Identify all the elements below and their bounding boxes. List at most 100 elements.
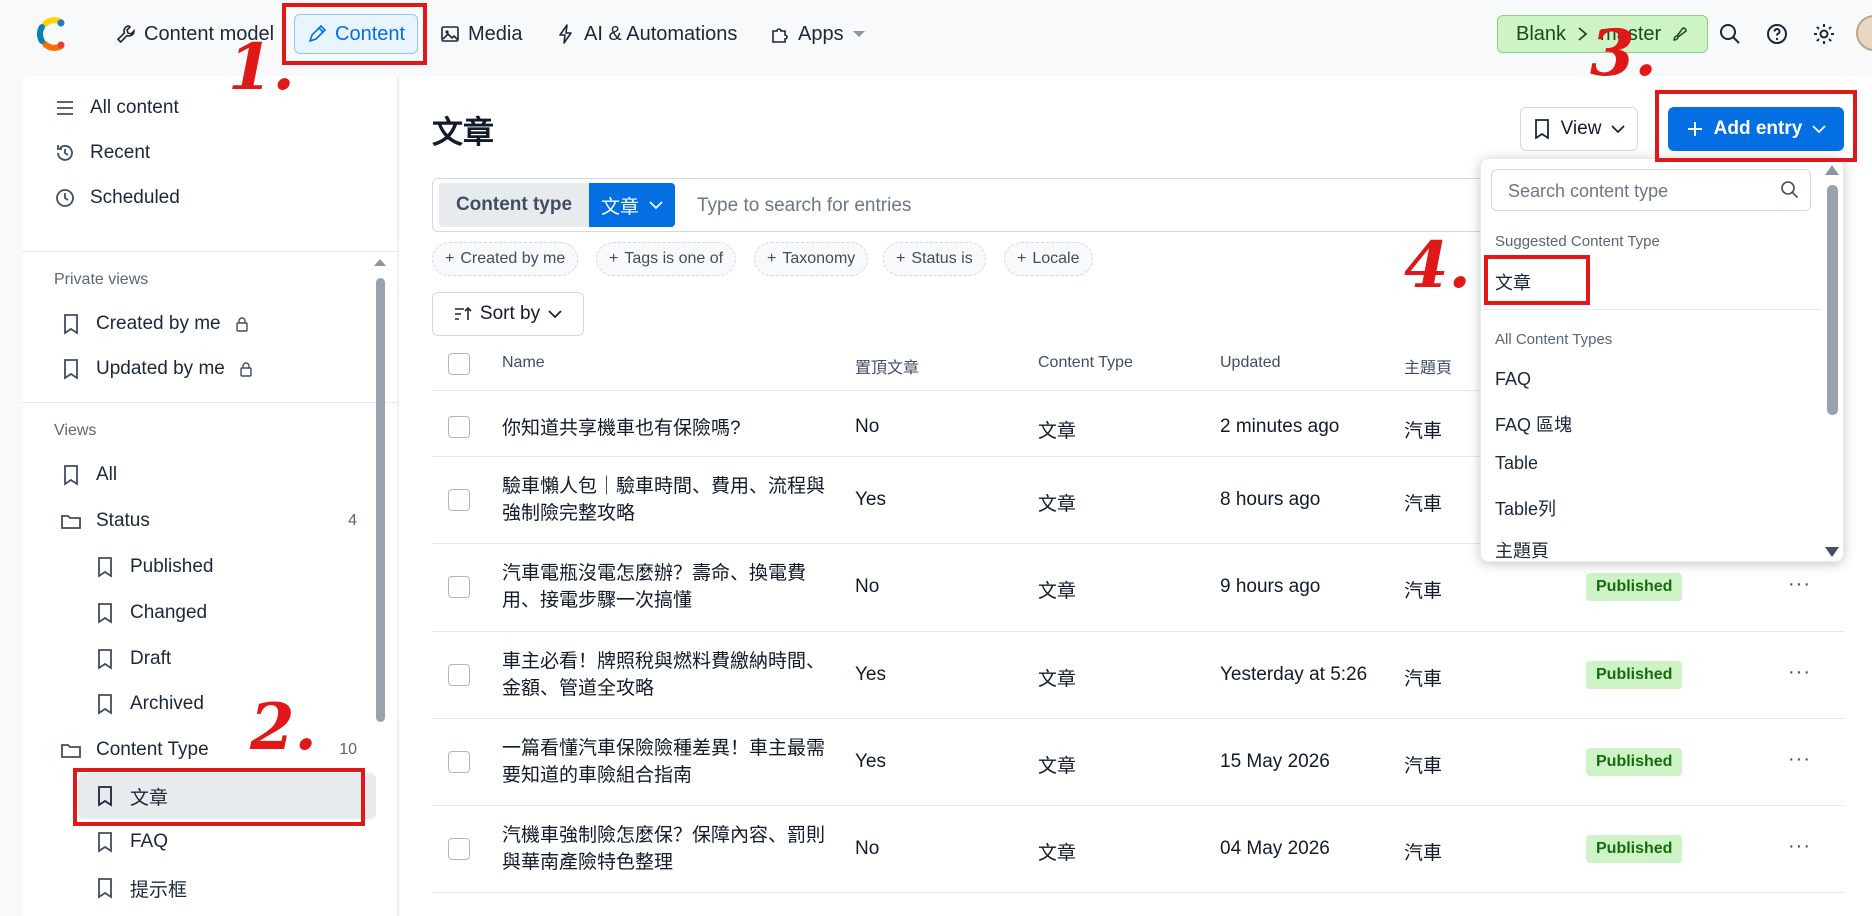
sidebar-item-published[interactable]: Published <box>94 547 213 587</box>
sidebar-item-label: Scheduled <box>90 187 180 208</box>
column-header-content-type[interactable]: Content Type <box>1038 354 1133 372</box>
entry-name[interactable]: 汽機車強制險怎麼保？保障內容、罰則與華南產險特色整理 <box>502 822 832 876</box>
entry-name[interactable]: 你知道共享機車也有保險嗎? <box>502 415 832 442</box>
sidebar-item-updated-by-me[interactable]: Updated by me <box>60 349 253 389</box>
chevron-down-icon <box>548 310 562 319</box>
scroll-up-arrow-icon[interactable] <box>373 257 387 267</box>
dropdown-item-table[interactable]: Table <box>1495 453 1538 474</box>
chip-label: Taxonomy <box>782 250 856 267</box>
divider <box>432 631 1844 632</box>
sidebar-item-recent[interactable]: Recent <box>54 133 150 173</box>
sidebar-item-content-type-tooltip[interactable]: 提示框 <box>94 868 187 908</box>
nav-label: AI & Automations <box>584 22 738 45</box>
bookmark-icon <box>98 878 112 899</box>
status-badge: Published <box>1586 660 1683 689</box>
row-checkbox[interactable] <box>448 837 470 860</box>
column-header-topic[interactable]: 主題頁 <box>1404 354 1452 378</box>
sidebar-scrollbar[interactable] <box>376 278 385 722</box>
divider <box>432 892 1844 893</box>
filter-chip-locale[interactable]: + Locale <box>1004 242 1093 276</box>
search-icon[interactable] <box>1718 22 1742 46</box>
entry-content-type: 文章 <box>1038 668 1077 690</box>
plus-icon: + <box>445 250 455 267</box>
sidebar-item-label: All content <box>90 97 179 118</box>
dropdown-item-faq-block[interactable]: FAQ 區塊 <box>1495 411 1572 437</box>
sort-icon <box>454 306 472 320</box>
entry-topic: 汽車 <box>1404 842 1443 864</box>
sidebar-item-scheduled[interactable]: Scheduled <box>54 178 180 218</box>
entry-name[interactable]: 車主必看！牌照稅與燃料費繳納時間、金額、管道全攻略 <box>502 648 832 702</box>
entry-name[interactable]: 驗車懶人包｜驗車時間、費用、流程與強制險完整攻略 <box>502 473 832 527</box>
select-all-checkbox[interactable] <box>448 353 470 375</box>
dropdown-item-table-row[interactable]: Table列 <box>1495 495 1556 521</box>
bookmark-icon <box>98 694 112 715</box>
entry-content-type: 文章 <box>1038 493 1077 515</box>
content-type-filter-text: 文章 <box>600 196 639 218</box>
row-checkbox[interactable] <box>448 488 470 511</box>
history-icon <box>57 145 73 161</box>
gear-icon[interactable] <box>1812 22 1836 46</box>
sidebar-item-changed[interactable]: Changed <box>94 593 207 633</box>
sort-by-button[interactable]: Sort by <box>432 292 584 336</box>
nav-ai-automations[interactable]: AI & Automations <box>544 14 749 54</box>
sort-by-label: Sort by <box>479 303 541 324</box>
row-checkbox[interactable] <box>448 576 470 598</box>
scroll-up-arrow-icon[interactable] <box>1825 165 1839 175</box>
annotation-step-2: 2. <box>250 690 317 765</box>
nav-apps[interactable]: Apps <box>758 14 878 54</box>
nav-media[interactable]: Media <box>428 14 534 54</box>
sidebar-folder-status[interactable]: Status <box>60 501 150 541</box>
entry-name[interactable]: 一篇看懂汽車保險險種差異！車主最需要知道的車險組合指南 <box>502 735 832 789</box>
search-icon <box>1781 181 1799 199</box>
row-actions-button[interactable]: ··· <box>1788 661 1811 684</box>
entry-content-type: 文章 <box>1038 581 1077 602</box>
status-badge: Published <box>1586 834 1683 863</box>
filter-chip-status[interactable]: + Status is <box>883 242 986 276</box>
scroll-down-arrow-icon[interactable] <box>1825 547 1839 557</box>
column-header-name[interactable]: Name <box>502 354 545 372</box>
sidebar-item-archived[interactable]: Archived <box>94 684 204 724</box>
sidebar-item-content-type-faq[interactable]: FAQ <box>94 822 168 862</box>
dropdown-scrollbar[interactable] <box>1827 185 1838 415</box>
lock-icon <box>240 362 252 377</box>
row-actions-button[interactable]: ··· <box>1788 573 1811 596</box>
row-checkbox[interactable] <box>448 416 470 438</box>
row-checkbox[interactable] <box>448 663 470 686</box>
sidebar-item-draft[interactable]: Draft <box>94 639 171 679</box>
sidebar-folder-content-type[interactable]: Content Type <box>60 730 209 770</box>
avatar[interactable] <box>1856 15 1872 51</box>
folder-icon <box>61 515 81 529</box>
dropdown-item-topic-page[interactable]: 主題頁 <box>1495 537 1549 561</box>
annotation-step-3: 3. <box>1590 16 1657 91</box>
contentful-logo[interactable] <box>34 17 68 51</box>
annotation-box-add-entry <box>1655 90 1857 162</box>
row-actions-button[interactable]: ··· <box>1788 835 1811 858</box>
sidebar-item-created-by-me[interactable]: Created by me <box>60 304 249 344</box>
content-type-search-field[interactable]: Search content type <box>1491 169 1811 211</box>
search-input[interactable]: Type to search for entries <box>697 195 911 217</box>
sidebar-item-label: Archived <box>130 693 204 714</box>
view-button[interactable]: View <box>1520 107 1638 151</box>
chip-label: Tags is one of <box>624 250 724 267</box>
status-badge: Published <box>1586 573 1683 601</box>
sidebar-item-label: All <box>96 464 118 485</box>
row-actions-button[interactable]: ··· <box>1788 748 1811 771</box>
filter-chip-created-by-me[interactable]: + Created by me <box>432 242 579 276</box>
caret-down-icon <box>852 31 865 37</box>
filter-chip-taxonomy[interactable]: + Taxonomy <box>754 242 869 276</box>
filter-chip-tags[interactable]: + Tags is one of <box>596 242 737 276</box>
row-checkbox[interactable] <box>448 750 470 773</box>
help-icon[interactable] <box>1765 22 1789 46</box>
section-views: Views <box>54 422 97 439</box>
entry-search-bar[interactable]: Content type 文章 Type to search for entri… <box>432 178 1562 232</box>
column-header-updated[interactable]: Updated <box>1220 354 1281 372</box>
sidebar-item-all[interactable]: All <box>60 455 117 495</box>
content-type-filter-value[interactable]: 文章 <box>589 183 675 227</box>
chip-label: Locale <box>1032 250 1080 267</box>
content-type-count: 10 <box>339 741 357 758</box>
column-header-pinned[interactable]: 置頂文章 <box>855 354 919 378</box>
sidebar-item-all-content[interactable]: All content <box>54 88 179 128</box>
dropdown-item-faq[interactable]: FAQ <box>1495 369 1531 390</box>
bookmark-icon <box>1534 119 1549 139</box>
entry-name[interactable]: 汽車電瓶沒電怎麼辦？壽命、換電費用、接電步驟一次搞懂 <box>502 560 832 614</box>
